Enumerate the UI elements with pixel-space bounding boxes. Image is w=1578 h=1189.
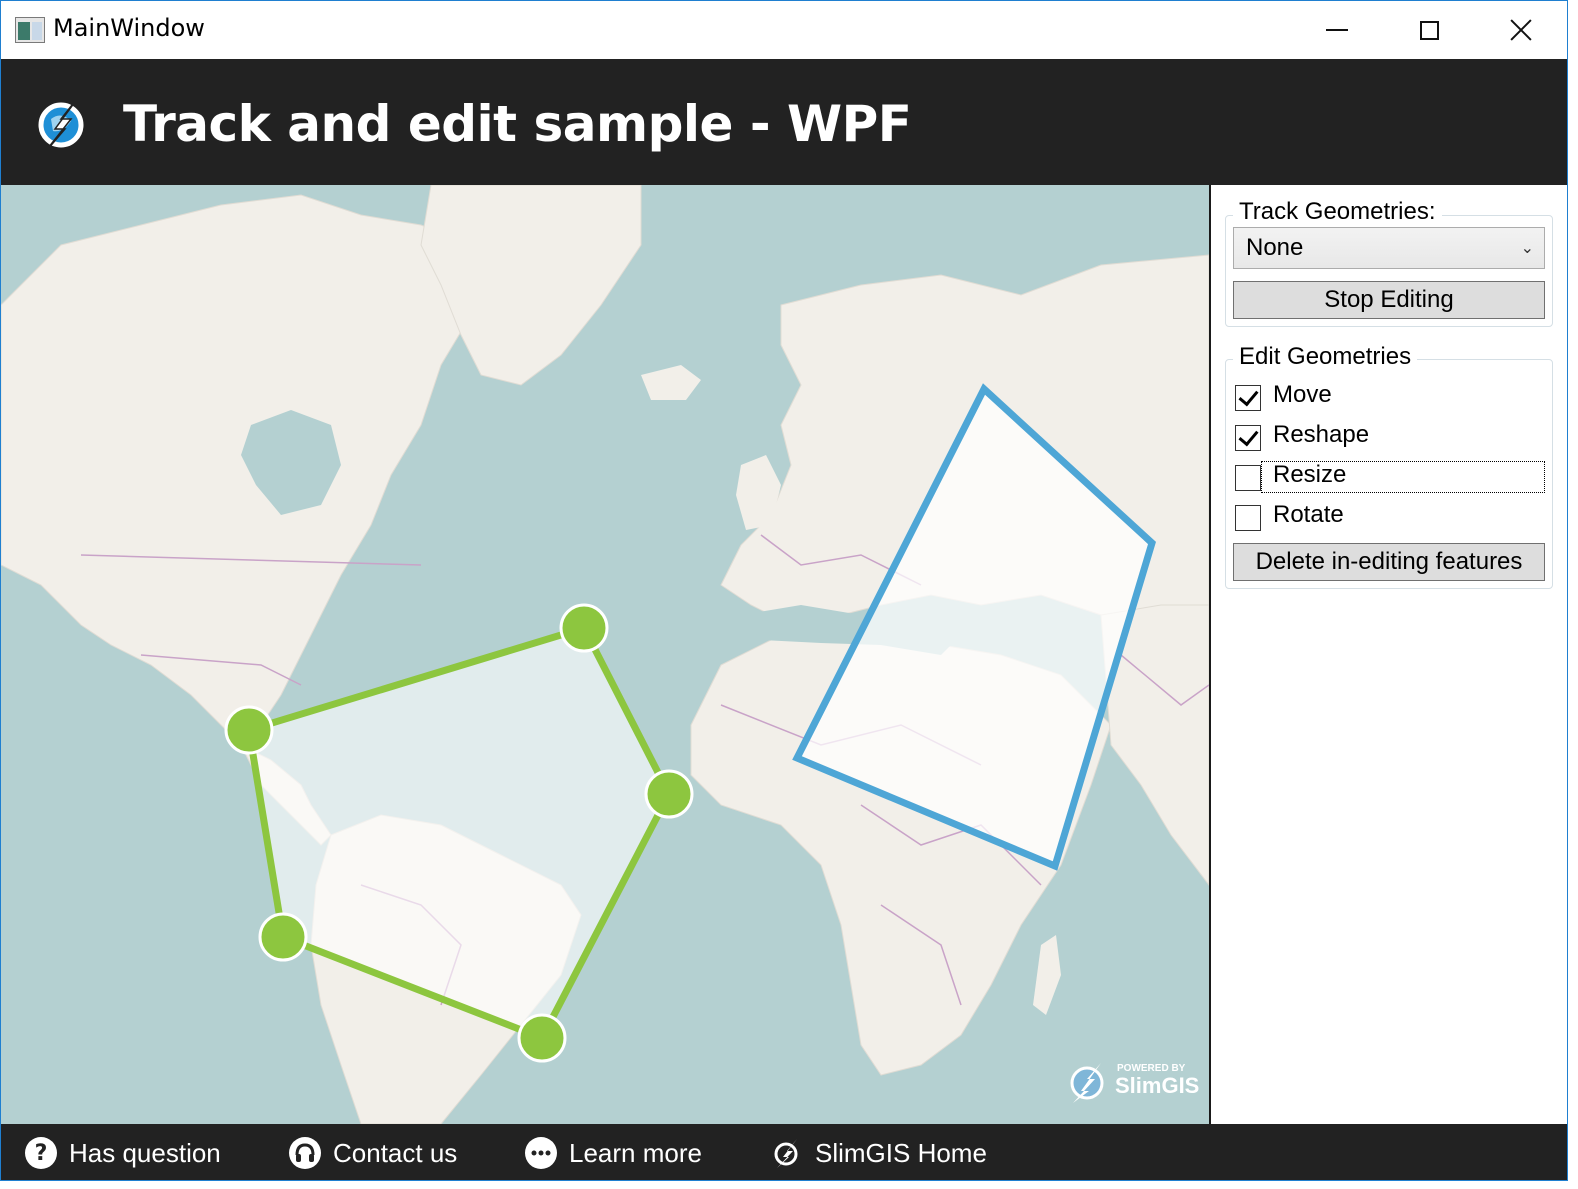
reshape-checkbox-row[interactable]: Reshape <box>1235 421 1535 455</box>
attribution-brand-text: SlimGIS <box>1115 1073 1200 1098</box>
learn-more-label: Learn more <box>569 1137 702 1168</box>
move-checkbox[interactable] <box>1235 385 1261 411</box>
powered-by-attribution: POWERED BY SlimGIS <box>1067 1057 1203 1105</box>
rotate-checkbox-row[interactable]: Rotate <box>1235 501 1535 535</box>
track-geometries-legend: Track Geometries: <box>1233 198 1442 226</box>
move-label: Move <box>1273 381 1332 408</box>
close-button[interactable] <box>1475 1 1567 59</box>
question-icon: ? <box>25 1137 57 1169</box>
learn-more-link[interactable]: Learn more <box>525 1134 702 1172</box>
select-value: None <box>1246 234 1304 261</box>
close-icon <box>1510 19 1532 41</box>
app-header: Track and edit sample - WPF <box>1 59 1567 185</box>
move-checkbox-row[interactable]: Move <box>1235 381 1535 415</box>
slimgis-home-link[interactable]: SlimGIS Home <box>771 1134 987 1172</box>
minimize-button[interactable] <box>1291 1 1383 59</box>
vertex-handle[interactable] <box>559 603 609 653</box>
chevron-down-icon: ⌄ <box>1520 238 1534 257</box>
headset-icon <box>289 1137 321 1169</box>
slimgis-logo-icon <box>38 90 84 158</box>
maximize-button[interactable] <box>1383 1 1475 59</box>
vertex-handle[interactable] <box>517 1013 567 1063</box>
track-geometries-select[interactable]: None ⌄ <box>1233 227 1545 269</box>
window-title: MainWindow <box>53 14 205 42</box>
reshape-label: Reshape <box>1273 421 1370 448</box>
rotate-label: Rotate <box>1273 501 1344 528</box>
page-title: Track and edit sample - WPF <box>123 95 912 153</box>
footer-bar: ? Has question Contact us Learn more Sli… <box>1 1124 1567 1180</box>
slimgis-home-label: SlimGIS Home <box>815 1137 987 1168</box>
vertex-handle[interactable] <box>224 705 274 755</box>
slimgis-logo-icon <box>771 1137 803 1169</box>
app-icon <box>15 17 45 43</box>
reshape-checkbox[interactable] <box>1235 425 1261 451</box>
vertex-handle[interactable] <box>258 912 308 962</box>
vertex-handle[interactable] <box>644 769 694 819</box>
edit-geometries-legend: Edit Geometries <box>1233 343 1418 371</box>
maximize-icon <box>1419 20 1439 40</box>
has-question-link[interactable]: ? Has question <box>25 1134 221 1172</box>
focus-indicator <box>1261 461 1545 493</box>
contact-us-label: Contact us <box>333 1137 458 1168</box>
title-bar[interactable]: MainWindow <box>1 1 1567 59</box>
map-canvas[interactable] <box>1 185 1209 1124</box>
contact-us-link[interactable]: Contact us <box>289 1134 457 1172</box>
minimize-icon <box>1326 29 1348 31</box>
main-window: MainWindow Track and edit sample - WPF P… <box>0 0 1568 1181</box>
stop-editing-button[interactable]: Stop Editing <box>1233 281 1545 319</box>
map-view[interactable]: POWERED BY SlimGIS <box>1 185 1209 1124</box>
has-question-label: Has question <box>69 1137 221 1168</box>
delete-in-editing-features-button[interactable]: Delete in-editing features <box>1233 543 1545 581</box>
resize-checkbox[interactable] <box>1235 465 1261 491</box>
rotate-checkbox[interactable] <box>1235 505 1261 531</box>
chat-bubble-icon <box>525 1137 557 1169</box>
